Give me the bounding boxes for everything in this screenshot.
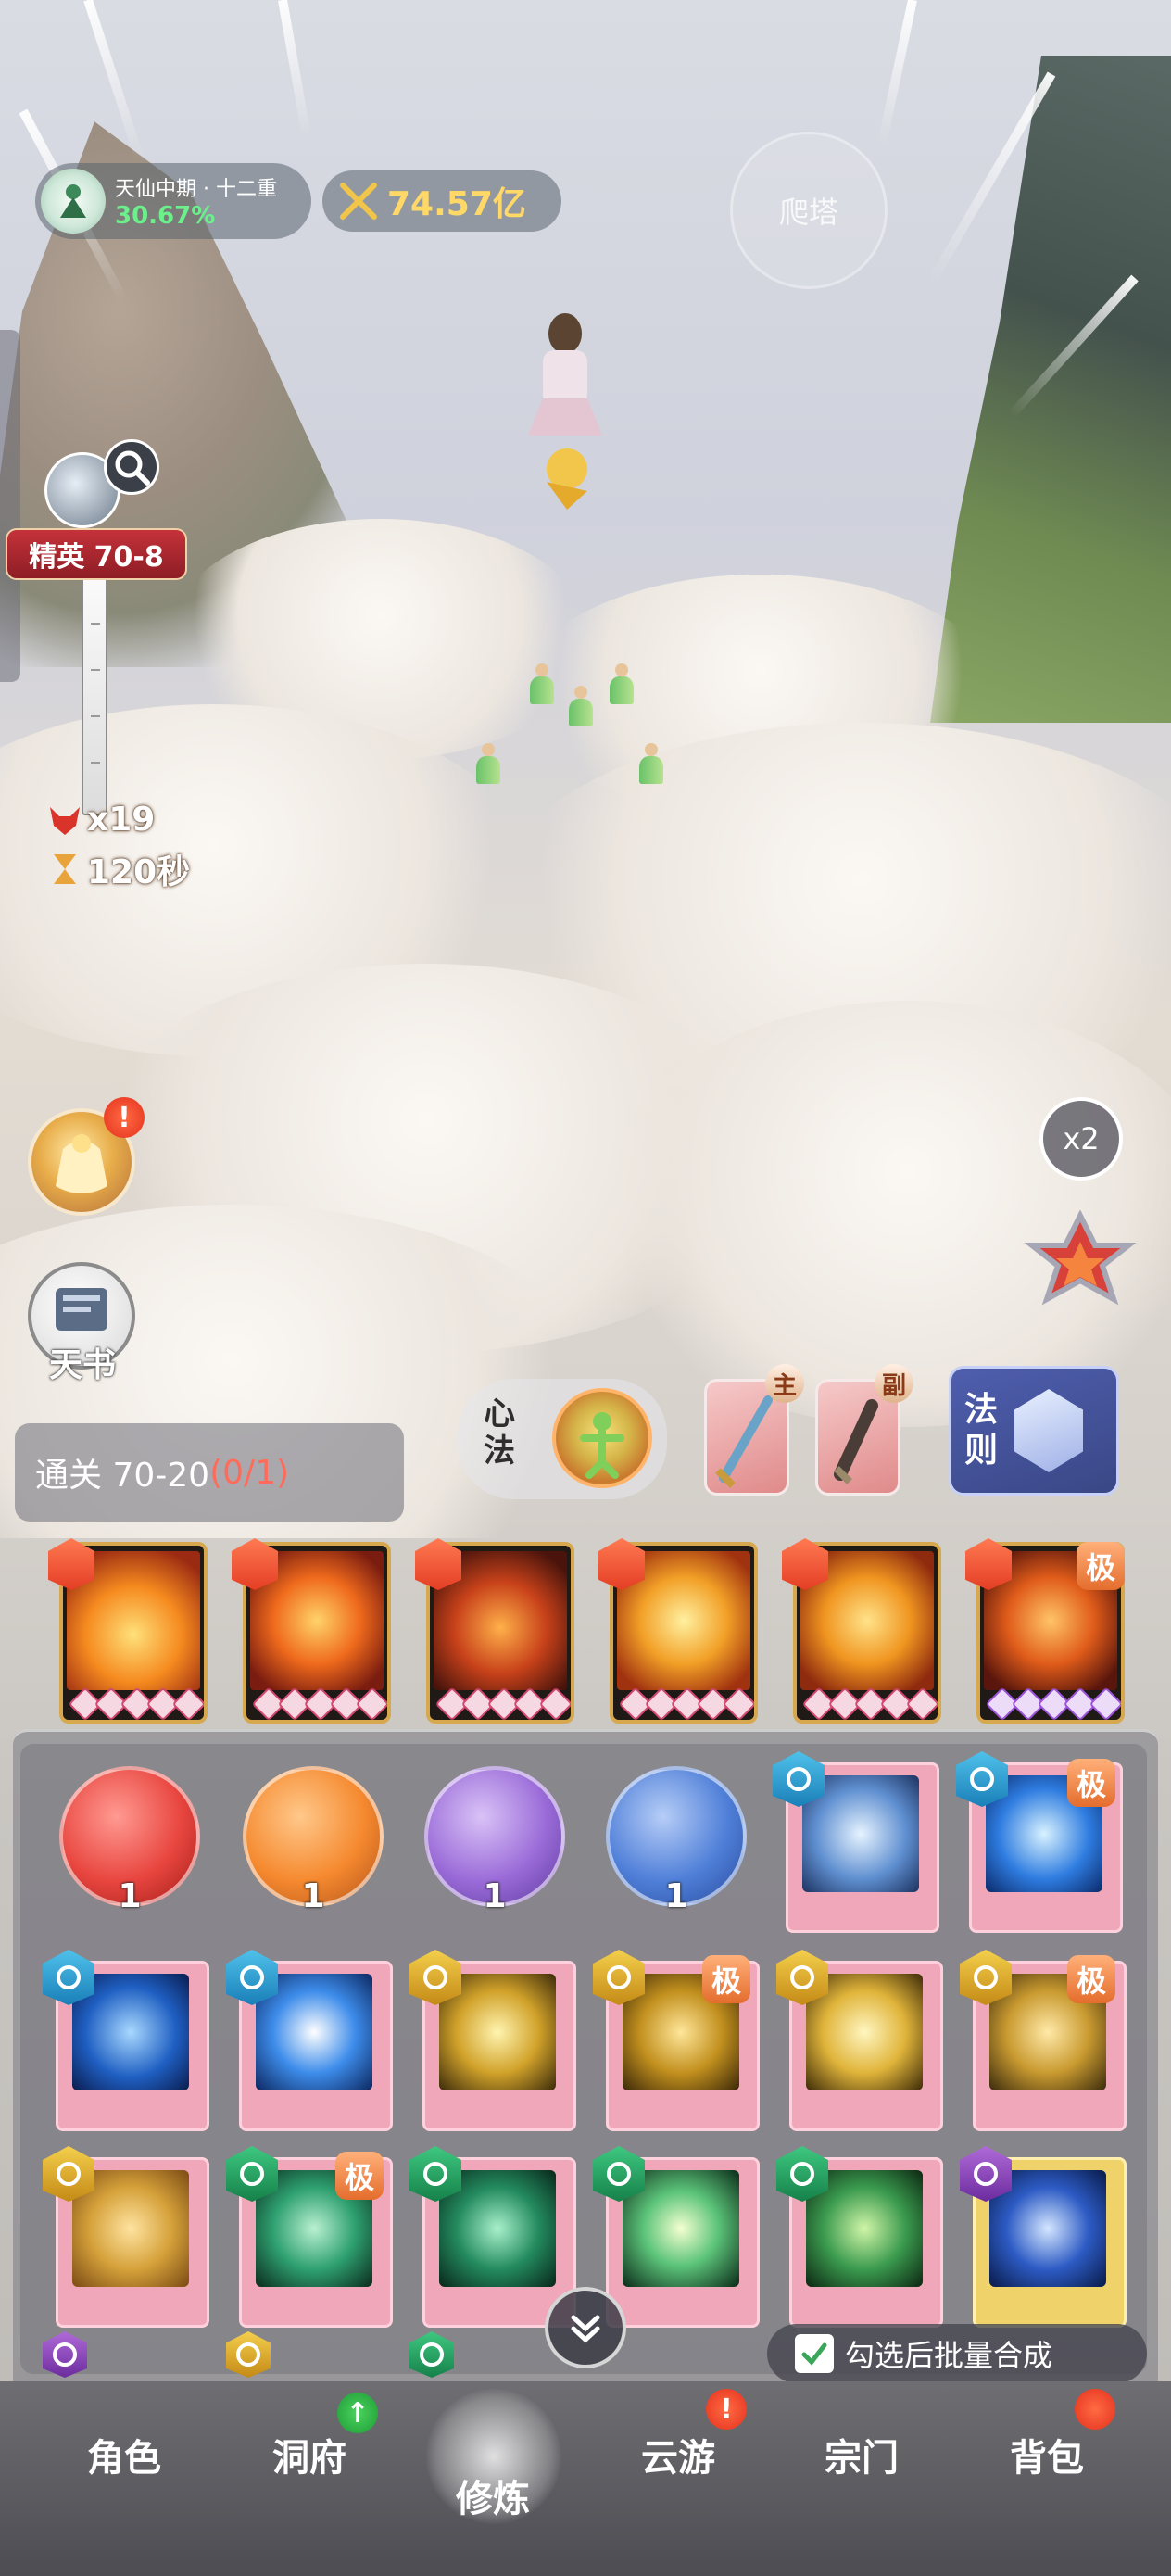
skill-book[interactable] — [226, 1950, 395, 2131]
extreme-rarity-tag: 极 — [1067, 1955, 1115, 2003]
method-orb-icon[interactable] — [552, 1388, 652, 1488]
wood-element-badge — [593, 2146, 645, 2202]
metal-element-badge — [960, 1950, 1012, 2005]
demon-head-icon — [50, 806, 80, 835]
stage-badge: 精英 70-8 — [6, 528, 187, 580]
law-button[interactable]: 法则 — [949, 1366, 1119, 1496]
batch-checkbox[interactable] — [795, 2334, 834, 2373]
time-left: 120秒 — [46, 845, 190, 893]
tower-button[interactable]: 爬塔 — [730, 132, 888, 289]
side-drawer-tab[interactable] — [0, 330, 20, 682]
main-weapon-tag: 主 — [765, 1364, 804, 1403]
hexagram-skill-icon[interactable] — [1025, 1210, 1136, 1321]
combat-power-value: 74.57亿 — [387, 185, 526, 223]
chevron-down-icon — [571, 2315, 600, 2343]
extreme-rarity-tag: 极 — [1077, 1542, 1125, 1590]
combat-power: 74.57亿 — [322, 170, 561, 232]
collapse-panel-button[interactable] — [545, 2287, 626, 2368]
orb-count: 1 — [664, 1877, 688, 1915]
speed-label: x2 — [1063, 1121, 1100, 1156]
speed-streak — [278, 0, 311, 138]
metal-element-badge — [43, 2146, 94, 2202]
skill-book[interactable] — [593, 2146, 762, 2328]
enemy-count-value: x19 — [87, 801, 156, 839]
skill-book[interactable] — [960, 2146, 1128, 2328]
extreme-rarity-tag: 极 — [335, 2152, 384, 2200]
clear-label: 通关 70-20 — [35, 1457, 210, 1495]
clear-progress: (0/1) — [209, 1453, 290, 1492]
lotus-gem-icon — [1014, 1389, 1083, 1472]
enemy-count: x19 — [46, 801, 155, 839]
realm-name: 天仙中期 · 十二重 — [115, 178, 277, 201]
orb-count: 1 — [301, 1877, 325, 1915]
nav-travel[interactable]: 云游 — [604, 2428, 752, 2481]
bag-alert-badge: ! — [104, 1097, 145, 1138]
skill-book[interactable] — [43, 1950, 211, 2131]
speed-streak — [876, 0, 917, 146]
metal-element-badge — [593, 1950, 645, 2005]
wood-element-badge — [226, 2146, 278, 2202]
water-element-badge — [226, 1950, 278, 2005]
mountain-right — [930, 56, 1171, 723]
skill-book[interactable] — [43, 2146, 211, 2328]
stage-label: 精英 70-8 — [29, 541, 164, 574]
equipped-skill-row: 极 — [48, 1538, 1125, 1733]
travel-alert-badge: ! — [706, 2389, 747, 2430]
heaven-book-label: 天书 — [48, 1346, 116, 1384]
realm-emblem-icon — [41, 169, 106, 234]
speed-toggle-button[interactable]: x2 — [1039, 1097, 1123, 1181]
skill-book[interactable] — [773, 1751, 941, 1933]
orb-count: 1 — [118, 1877, 142, 1915]
enemy — [567, 686, 595, 728]
nav-role[interactable]: 角色 — [50, 2428, 198, 2481]
nav-cave[interactable]: 洞府 — [235, 2428, 384, 2481]
bag-notice-badge — [1075, 2389, 1115, 2430]
sub-weapon-tag: 副 — [875, 1364, 913, 1403]
orb-count: 1 — [483, 1877, 507, 1915]
wood-element-badge — [776, 2146, 828, 2202]
skill-book[interactable] — [776, 2146, 945, 2328]
batch-synthesis-toggle[interactable]: 勾选后批量合成 — [767, 2324, 1147, 2383]
enemy — [528, 663, 556, 706]
batch-label: 勾选后批量合成 — [845, 2338, 1053, 2373]
purple-element-badge — [960, 2146, 1012, 2202]
cave-upgrade-badge: ↑ — [337, 2393, 378, 2433]
time-left-value: 120秒 — [87, 853, 191, 891]
hourglass-icon — [54, 854, 76, 884]
skill-book[interactable] — [409, 1950, 578, 2131]
water-element-badge — [773, 1751, 825, 1807]
law-label: 法则 — [964, 1391, 999, 1470]
wood-element-badge — [409, 2146, 461, 2202]
enemy — [637, 743, 665, 786]
check-icon — [801, 2342, 827, 2366]
realm-progress: 30.67% — [115, 202, 216, 230]
skill-book[interactable] — [776, 1950, 945, 2131]
method-label: 心法 — [484, 1395, 515, 1470]
metal-element-badge — [409, 1950, 461, 2005]
water-element-badge — [43, 1950, 94, 2005]
tower-label: 爬塔 — [778, 195, 838, 230]
nav-bag[interactable]: 背包 — [973, 2428, 1121, 2481]
extreme-rarity-tag: 极 — [702, 1955, 750, 2003]
enemy — [474, 743, 502, 786]
magnifier-icon[interactable] — [104, 439, 159, 495]
nav-train[interactable]: 修炼 — [419, 2469, 567, 2522]
player-character — [528, 313, 602, 510]
water-element-badge — [956, 1751, 1008, 1807]
realm-status[interactable]: 天仙中期 · 十二重 30.67% — [35, 163, 311, 239]
clear-objective[interactable]: 通关 70-20 (0/1) — [15, 1423, 404, 1522]
enemy — [608, 663, 636, 706]
nav-sect[interactable]: 宗门 — [787, 2428, 936, 2481]
extreme-rarity-tag: 极 — [1067, 1759, 1115, 1807]
crossed-swords-icon — [340, 183, 377, 220]
metal-element-badge — [776, 1950, 828, 2005]
